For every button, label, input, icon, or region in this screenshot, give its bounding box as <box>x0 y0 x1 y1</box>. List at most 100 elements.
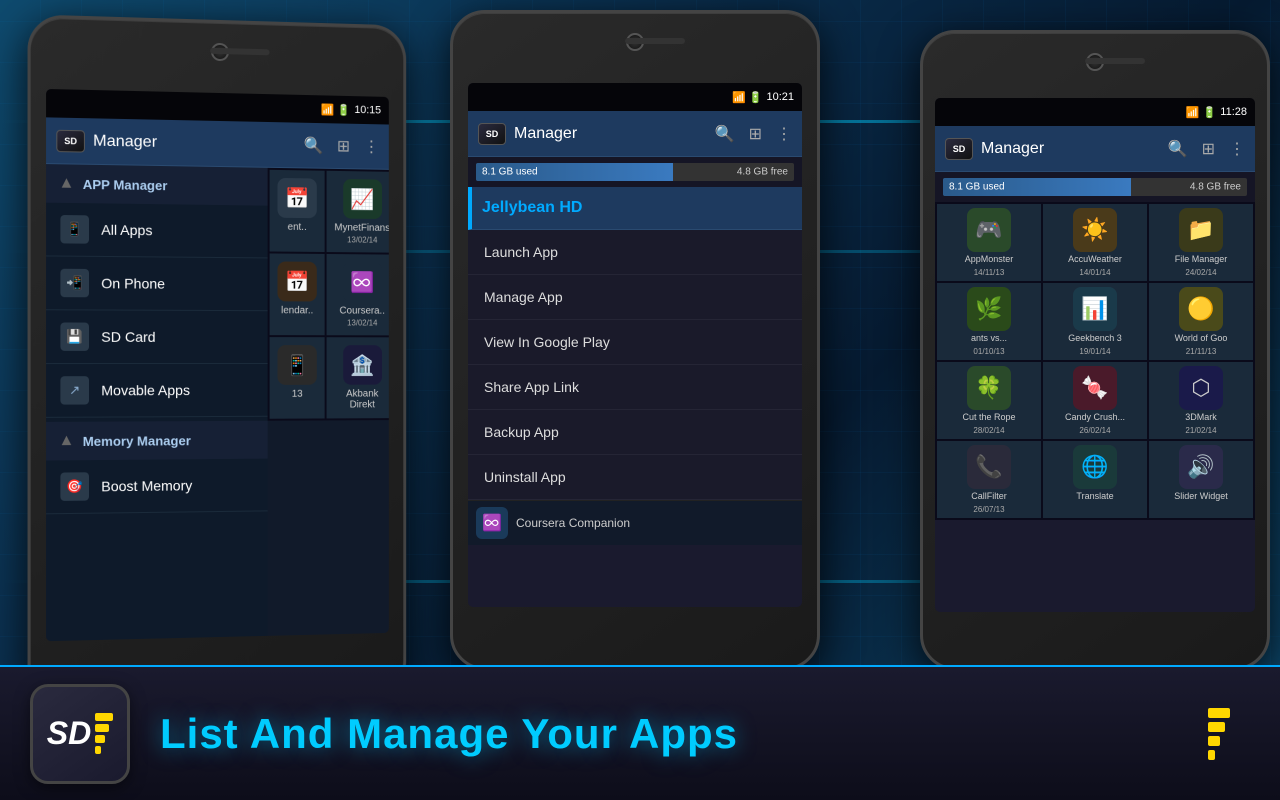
right-app-logo: SD <box>945 138 973 160</box>
sidebar-item-boost[interactable]: 🎯 Boost Memory <box>46 459 268 515</box>
center-storage-used: 8.1 GB used <box>482 167 538 178</box>
boost-icon: 🎯 <box>60 472 89 501</box>
right-phone-speaker <box>1085 58 1145 64</box>
right-app-icon-1: ☀️ <box>1073 208 1117 252</box>
movable-label: Movable Apps <box>101 382 190 398</box>
app-cell-1[interactable]: 📅 ent.. <box>270 170 325 252</box>
left-menu-icon[interactable]: ⋮ <box>364 136 380 156</box>
left-phone-vol-down <box>28 200 31 251</box>
context-menu-uninstall[interactable]: Uninstall App <box>468 455 802 500</box>
sd-card-icon: 💾 <box>60 322 89 350</box>
right-app-cell-5[interactable]: 🟡 World of Goo 21/11/13 <box>1149 283 1253 360</box>
right-app-cell-1[interactable]: ☀️ AccuWeather 14/01/14 <box>1043 204 1147 281</box>
app-cell-2[interactable]: 📈 MynetFinans 13/02/14 <box>327 171 389 253</box>
app-cell-5[interactable]: 📱 13 <box>270 337 325 419</box>
right-app-icon-2: 📁 <box>1179 208 1223 252</box>
center-phone-vol-down <box>450 193 453 243</box>
left-grid-icon[interactable]: ⊞ <box>337 136 350 156</box>
coursera-label: Coursera Companion <box>516 516 630 530</box>
right-app-icon-6: 🍀 <box>967 366 1011 410</box>
sidebar-item-movable[interactable]: ↗ Movable Apps <box>46 364 268 418</box>
app-name-2: MynetFinans <box>334 222 388 234</box>
center-storage-free: 4.8 GB free <box>737 167 788 178</box>
left-app-header: SD Manager 🔍 ⊞ ⋮ <box>46 117 389 169</box>
center-grid-icon[interactable]: ⊞ <box>749 124 762 144</box>
right-app-title: Manager <box>981 140 1160 158</box>
right-app-name-10: Translate <box>1076 491 1113 501</box>
left-search-icon[interactable]: 🔍 <box>304 135 324 155</box>
center-status-bar: 📶 🔋 10:21 <box>468 83 802 111</box>
left-phone: 📶 🔋 10:15 SD Manager 🔍 ⊞ ⋮ ▲ APP Manager <box>28 14 407 705</box>
right-app-name-2: File Manager <box>1175 254 1228 264</box>
right-app-cell-0[interactable]: 🎮 AppMonster 14/11/13 <box>937 204 1041 281</box>
right-app-cell-3[interactable]: 🌿 ants vs... 01/10/13 <box>937 283 1041 360</box>
sidebar-memory-header: ▲ Memory Manager <box>46 421 268 461</box>
right-phone-screen: 📶 🔋 11:28 SD Manager 🔍 ⊞ ⋮ 8.1 GB used 4… <box>935 98 1255 612</box>
context-menu-backup[interactable]: Backup App <box>468 410 802 455</box>
left-app-title: Manager <box>93 132 296 154</box>
banner-title: List And Manage Your Apps <box>160 710 738 758</box>
context-menu-launch[interactable]: Launch App <box>468 230 802 275</box>
app-name-3: lendar.. <box>277 305 316 316</box>
sd-logo-text: SD <box>47 715 91 752</box>
right-app-cell-2[interactable]: 📁 File Manager 24/02/14 <box>1149 204 1253 281</box>
center-phone-screen: 📶 🔋 10:21 SD Manager 🔍 ⊞ ⋮ 8.1 GB used 4… <box>468 83 802 607</box>
right-storage-free: 4.8 GB free <box>1190 182 1241 193</box>
right-phone-power <box>1267 163 1270 213</box>
app-icon-1: 📅 <box>277 178 316 218</box>
right-app-name-6: Cut the Rope <box>962 412 1015 422</box>
left-status-time: 10:15 <box>354 104 381 116</box>
right-app-icon-7: 🍬 <box>1073 366 1117 410</box>
app-cell-6[interactable]: 🏦 Akbank Direkt <box>327 337 389 418</box>
right-app-cell-4[interactable]: 📊 Geekbench 3 19/01/14 <box>1043 283 1147 360</box>
on-phone-icon: 📲 <box>60 269 89 298</box>
left-app-grid: 📅 ent.. 📈 MynetFinans 13/02/14 📅 lendar.… <box>268 168 389 421</box>
sidebar-item-all-apps[interactable]: 📱 All Apps <box>46 203 268 259</box>
sidebar-app-manager-label: APP Manager <box>83 176 168 192</box>
right-app-date-4: 19/01/14 <box>1079 347 1110 356</box>
context-menu-google-play[interactable]: View In Google Play <box>468 320 802 365</box>
right-app-header: SD Manager 🔍 ⊞ ⋮ <box>935 126 1255 172</box>
all-apps-label: All Apps <box>101 222 152 239</box>
right-app-name-0: AppMonster <box>965 254 1014 264</box>
center-status-icons: 📶 🔋 <box>732 91 762 104</box>
right-app-icon-9: 📞 <box>967 445 1011 489</box>
right-grid-icon[interactable]: ⊞ <box>1202 139 1215 159</box>
left-sidebar: ▲ APP Manager 📱 All Apps 📲 On Phone 💾 SD… <box>46 164 268 641</box>
app-cell-3[interactable]: 📅 lendar.. <box>270 253 325 335</box>
right-search-icon[interactable]: 🔍 <box>1168 139 1188 159</box>
right-status-bar: 📶 🔋 11:28 <box>935 98 1255 126</box>
right-app-cell-7[interactable]: 🍬 Candy Crush... 26/02/14 <box>1043 362 1147 439</box>
sidebar-item-on-phone[interactable]: 📲 On Phone <box>46 256 268 311</box>
right-app-cell-9[interactable]: 📞 CallFilter 26/07/13 <box>937 441 1041 518</box>
sidebar-item-sd-card[interactable]: 💾 SD Card <box>46 310 268 364</box>
center-app-title: Manager <box>514 125 707 143</box>
context-menu-manage[interactable]: Manage App <box>468 275 802 320</box>
right-header-icons: 🔍 ⊞ ⋮ <box>1168 139 1245 159</box>
right-app-name-4: Geekbench 3 <box>1068 333 1122 343</box>
left-phone-content: ▲ APP Manager 📱 All Apps 📲 On Phone 💾 SD… <box>46 164 389 641</box>
sd-card-label: SD Card <box>101 329 155 345</box>
app-icon-2: 📈 <box>343 179 382 219</box>
right-phone: 📶 🔋 11:28 SD Manager 🔍 ⊞ ⋮ 8.1 GB used 4… <box>920 30 1270 670</box>
center-phone-speaker <box>625 38 685 44</box>
center-phone-vol-up <box>450 133 453 183</box>
right-app-cell-10[interactable]: 🌐 Translate <box>1043 441 1147 518</box>
right-storage-track: 8.1 GB used 4.8 GB free <box>943 178 1247 196</box>
app-name-6: Akbank Direkt <box>334 389 388 411</box>
coursera-icon: ♾️ <box>476 507 508 539</box>
center-search-icon[interactable]: 🔍 <box>715 124 735 144</box>
app-name-5: 13 <box>277 389 316 400</box>
app-name-1: ent.. <box>277 222 316 233</box>
right-menu-icon[interactable]: ⋮ <box>1229 139 1245 159</box>
center-menu-icon[interactable]: ⋮ <box>776 124 792 144</box>
context-menu-share[interactable]: Share App Link <box>468 365 802 410</box>
app-cell-4[interactable]: ♾️ Coursera.. 13/02/14 <box>327 254 389 335</box>
right-app-cell-8[interactable]: ⬡ 3DMark 21/02/14 <box>1149 362 1253 439</box>
bottom-banner: SD List And Manage Your Apps <box>0 665 1280 800</box>
app-name-4: Coursera.. <box>334 306 388 317</box>
right-status-icons: 📶 🔋 <box>1186 106 1216 119</box>
right-app-cell-11[interactable]: 🔊 Slider Widget <box>1149 441 1253 518</box>
right-app-date-2: 24/02/14 <box>1185 268 1216 277</box>
right-app-cell-6[interactable]: 🍀 Cut the Rope 28/02/14 <box>937 362 1041 439</box>
